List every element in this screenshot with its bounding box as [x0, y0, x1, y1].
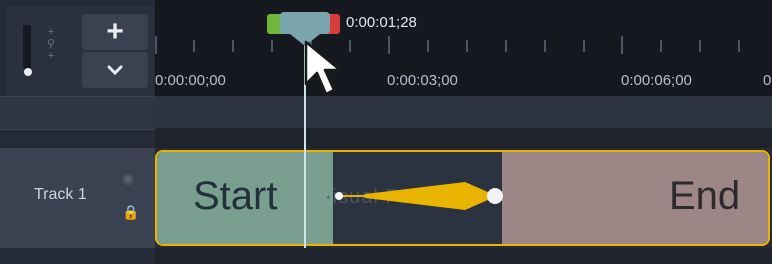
time-ruler[interactable]: 0:00:00;00 0:00:03;00 0:00:06;00 0 [155, 0, 772, 96]
ruler-tick [660, 40, 662, 52]
zoom-slider-handle[interactable] [24, 68, 32, 76]
playhead-timecode: 0:00:01;28 [346, 14, 417, 31]
add-track-button[interactable]: + [82, 14, 148, 50]
ruler-tick [193, 40, 195, 52]
collapse-button[interactable] [82, 52, 148, 88]
ruler-tick [583, 40, 585, 52]
track-panel: + ⚲ + + Track 1 ◉ 🔒 [0, 0, 155, 264]
timeline-band [155, 96, 772, 128]
ruler-tick [699, 40, 701, 52]
ruler-tick [155, 36, 157, 54]
ruler-tick [738, 40, 740, 52]
ruler-tick [466, 40, 468, 52]
ruler-tick [544, 40, 546, 52]
chevron-down-icon [107, 65, 123, 76]
zoom-slider-track[interactable] [23, 25, 31, 69]
timecode-label: 0:00:00;00 [155, 72, 226, 89]
ruler-tick [271, 40, 273, 52]
timecode-label: 0 [763, 72, 772, 89]
track-name: Track 1 [34, 186, 87, 203]
magnifier-icon: + ⚲ + [46, 26, 56, 62]
ruler-ticks [155, 36, 772, 56]
animation-arrow[interactable] [335, 176, 505, 216]
track-header[interactable]: Track 1 ◉ 🔒 [0, 148, 155, 248]
eye-icon[interactable]: ◉ [122, 170, 134, 187]
ruler-tick [427, 40, 429, 52]
lock-icon[interactable]: 🔒 [122, 204, 139, 221]
timecode-label: 0:00:03;00 [387, 72, 458, 89]
ruler-tick [388, 36, 390, 54]
animation-start-point[interactable] [335, 192, 343, 200]
start-label: Start [193, 174, 278, 218]
ruler-tick [621, 36, 623, 54]
mouse-cursor-icon [304, 40, 342, 96]
ruler-tick [349, 40, 351, 52]
timeline: 0:00:00;00 0:00:03;00 0:00:06;00 0 ·isua… [155, 0, 772, 264]
ruler-tick [505, 40, 507, 52]
end-label: End [669, 174, 741, 218]
animation-end-point[interactable] [487, 188, 503, 204]
playhead-handle[interactable] [280, 12, 330, 34]
ruler-tick [232, 40, 234, 52]
track-separator [0, 96, 155, 130]
timecode-label: 0:00:06;00 [621, 72, 692, 89]
